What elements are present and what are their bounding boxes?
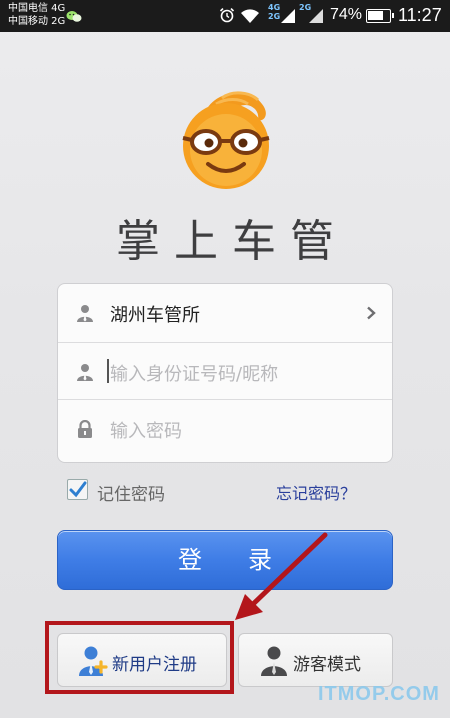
text-cursor	[107, 359, 109, 383]
battery-icon	[366, 9, 394, 23]
forgot-password-link[interactable]: 忘记密码？	[276, 480, 356, 504]
user-icon	[77, 364, 93, 381]
watermark: ITMOP.COM	[318, 683, 440, 705]
carrier-info: 中国电信 4G 中国移动 2G	[8, 2, 65, 28]
signal-icon	[281, 9, 295, 23]
guest-user-icon	[261, 646, 287, 676]
status-bar: 中国电信 4G 中国移动 2G 4G 2G 2G 74% 11:27	[0, 0, 450, 32]
clock: 11:27	[398, 5, 442, 25]
add-user-icon	[79, 646, 108, 676]
carrier-2: 中国移动 2G	[8, 16, 66, 27]
location-value: 湖州车管所	[110, 305, 200, 326]
alarm-icon	[219, 8, 235, 23]
user-icon	[77, 305, 93, 322]
battery-percent: 74%	[330, 6, 363, 23]
lock-icon	[78, 420, 92, 438]
password-field[interactable]: 输入密码	[58, 399, 392, 456]
remember-checkbox[interactable]	[67, 479, 88, 500]
register-label: 新用户注册	[112, 655, 197, 675]
wifi-icon	[241, 9, 259, 23]
location-selector[interactable]: 湖州车管所	[58, 284, 392, 341]
signal-icon-2	[309, 9, 323, 23]
app-title: 掌上车管	[116, 216, 348, 267]
id-placeholder: 输入身份证号码/昵称	[110, 364, 279, 385]
login-button[interactable]: 登录	[57, 530, 393, 590]
remember-label: 记住密码	[97, 485, 165, 505]
app-logo-icon	[182, 91, 270, 189]
checkmark-icon	[69, 481, 87, 498]
password-placeholder: 输入密码	[110, 421, 182, 442]
id-field[interactable]: 输入身份证号码/昵称	[58, 342, 392, 399]
guest-label: 游客模式	[293, 655, 361, 675]
register-button[interactable]: 新用户注册	[57, 633, 227, 687]
network-type-1: 4G 2G	[268, 3, 281, 21]
guest-mode-button[interactable]: 游客模式	[238, 633, 393, 687]
wechat-notification-icon	[66, 11, 82, 22]
battery-level	[368, 11, 383, 20]
chevron-right-icon	[367, 306, 376, 320]
login-form: 湖州车管所 输入身份证号码/昵称 输入密码	[57, 283, 393, 463]
carrier-1: 中国电信 4G	[8, 3, 66, 14]
